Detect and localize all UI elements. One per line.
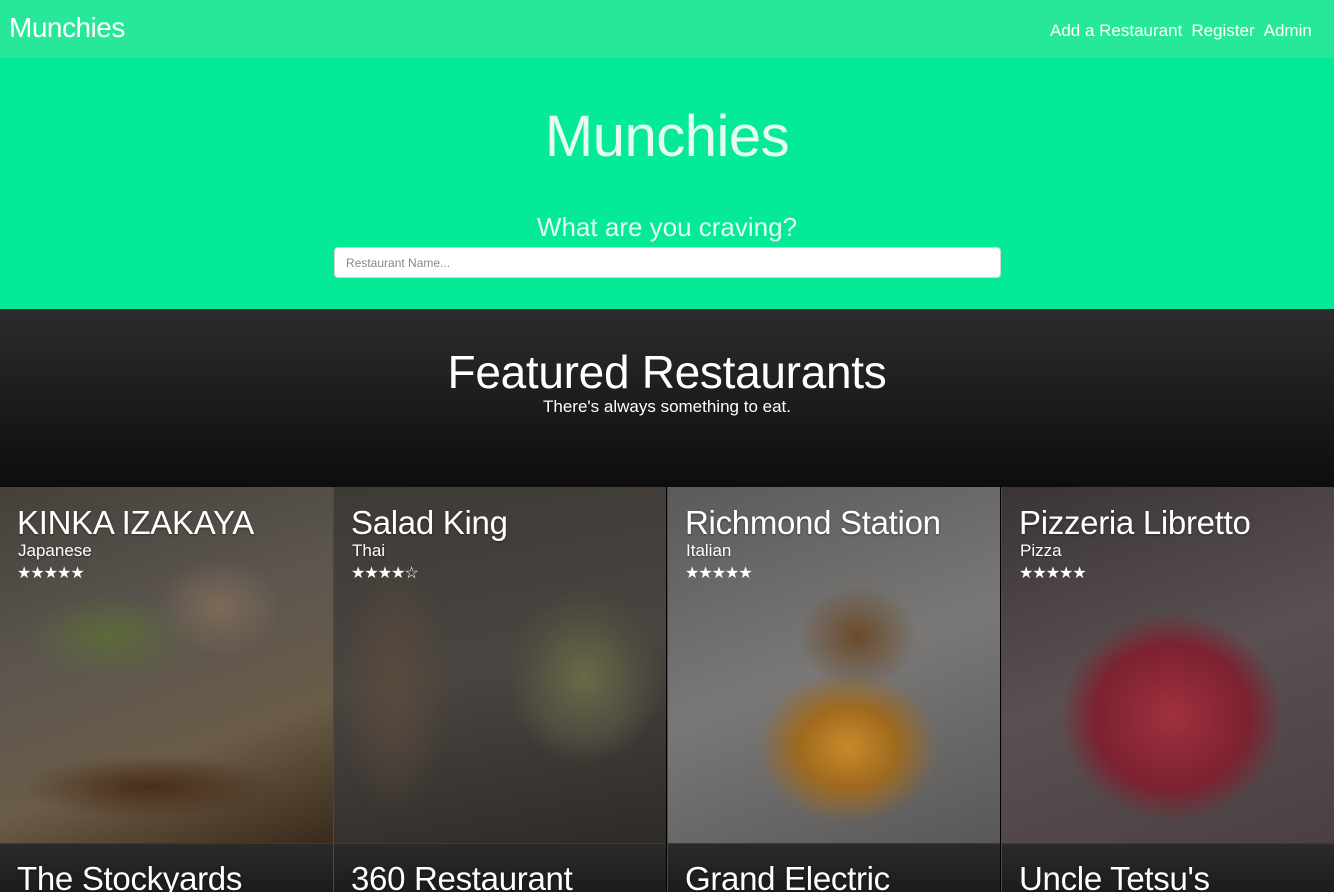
restaurant-search-input[interactable] <box>334 247 1001 278</box>
restaurant-name: Pizzeria Libretto <box>1019 504 1251 541</box>
nav-register-link[interactable]: Register <box>1191 21 1254 41</box>
restaurant-card[interactable]: Grand Electric <box>667 843 1000 892</box>
restaurant-name: KINKA IZAKAYA <box>17 504 254 541</box>
restaurant-name: Salad King <box>351 504 508 541</box>
featured-section: Featured Restaurants There's always some… <box>0 309 1334 487</box>
restaurant-name: Richmond Station <box>685 504 941 541</box>
restaurant-name: 360 Restaurant <box>351 860 573 892</box>
restaurant-card[interactable]: Richmond Station Italian ★★★★★ <box>667 487 1000 843</box>
featured-title: Featured Restaurants <box>447 346 887 398</box>
restaurant-grid: KINKA IZAKAYA Japanese ★★★★★ Salad King … <box>0 487 1334 892</box>
rating-stars-icon: ★★★★☆ <box>351 565 419 582</box>
restaurant-name: Uncle Tetsu's <box>1019 860 1210 892</box>
nav-links: Add a Restaurant Register Admin <box>1050 21 1312 41</box>
navbar: Munchies Add a Restaurant Register Admin <box>0 0 1334 58</box>
restaurant-card[interactable]: The Stockyards <box>0 843 333 892</box>
restaurant-card[interactable]: Pizzeria Libretto Pizza ★★★★★ <box>1001 487 1334 843</box>
hero-title: Munchies <box>544 104 790 169</box>
restaurant-card[interactable]: Salad King Thai ★★★★☆ <box>333 487 666 843</box>
restaurant-category: Japanese <box>18 541 92 560</box>
restaurant-name: Grand Electric <box>685 860 890 892</box>
rating-stars-icon: ★★★★★ <box>17 565 85 582</box>
brand-logo-link[interactable]: Munchies <box>9 12 125 44</box>
rating-stars-icon: ★★★★★ <box>685 565 753 582</box>
nav-add-restaurant-link[interactable]: Add a Restaurant <box>1050 21 1182 41</box>
hero-section: Munchies What are you craving? <box>0 58 1334 309</box>
featured-subtitle: There's always something to eat. <box>543 397 791 416</box>
restaurant-category: Thai <box>352 541 386 560</box>
restaurant-name: The Stockyards <box>17 860 243 892</box>
restaurant-card[interactable]: Uncle Tetsu's <box>1001 843 1334 892</box>
nav-admin-link[interactable]: Admin <box>1264 21 1312 41</box>
restaurant-category: Pizza <box>1020 541 1062 560</box>
restaurant-card[interactable]: 360 Restaurant <box>333 843 666 892</box>
restaurant-card[interactable]: KINKA IZAKAYA Japanese ★★★★★ <box>0 487 333 843</box>
restaurant-category: Italian <box>686 541 732 560</box>
rating-stars-icon: ★★★★★ <box>1019 565 1087 582</box>
hero-subtitle: What are you craving? <box>536 212 798 242</box>
